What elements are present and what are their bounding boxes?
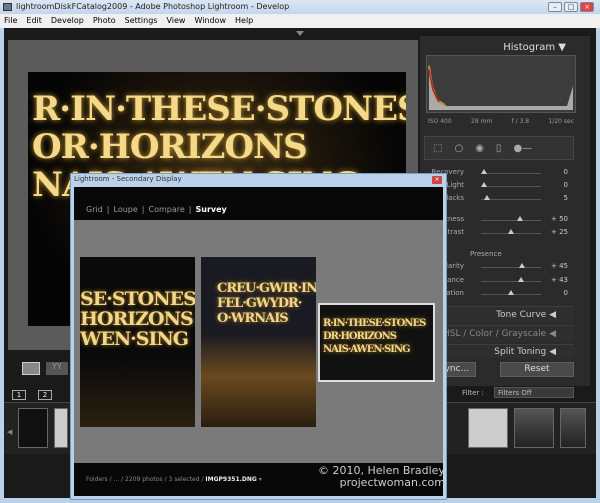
menu-bar: File Edit Develop Photo Settings View Wi… xyxy=(0,14,600,28)
menu-window[interactable]: Window xyxy=(194,14,226,28)
histogram-graph xyxy=(428,64,573,110)
photo-text: WEN·SING xyxy=(80,328,189,350)
slider-knob[interactable] xyxy=(518,263,525,268)
photo-text: R·IN·THESE·STONES xyxy=(323,318,426,329)
top-panel-toggle-icon[interactable] xyxy=(296,31,304,36)
nav-loupe[interactable]: Loupe xyxy=(114,205,138,214)
secondary-header xyxy=(74,187,443,220)
aperture: f / 3.8 xyxy=(511,118,530,125)
slider-value: + 43 xyxy=(551,276,568,284)
red-eye-icon[interactable]: ◉ xyxy=(475,143,484,154)
slider-knob[interactable] xyxy=(484,195,490,200)
photo-text: DR·HORIZONS xyxy=(323,331,397,342)
window-title: lightroomDiskFCatalog2009 - Adobe Photos… xyxy=(0,0,600,14)
separator: | xyxy=(188,205,192,214)
slider-knob[interactable] xyxy=(508,229,514,234)
photo-text: FEL·GWYDR· xyxy=(217,296,302,311)
menu-file[interactable]: File xyxy=(4,14,17,28)
separator: | xyxy=(106,205,110,214)
photo-text: O·WRNAIS xyxy=(217,311,289,326)
histogram-title: Histogram xyxy=(503,42,556,53)
minimize-button[interactable]: – xyxy=(548,2,562,12)
adjustment-brush-icon[interactable]: ●— xyxy=(513,143,532,154)
filmstrip-thumbnail[interactable] xyxy=(560,408,586,448)
hsl-label: HSL / Color / Grayscale xyxy=(442,329,547,339)
histogram xyxy=(426,55,576,113)
filmstrip-thumbnail[interactable] xyxy=(18,408,48,448)
slider-value: + 25 xyxy=(551,228,568,236)
slider-track[interactable] xyxy=(481,220,541,221)
slider-track[interactable] xyxy=(481,199,541,200)
filter-dropdown[interactable]: Filters Off xyxy=(494,387,574,398)
filter-label: Filter : xyxy=(462,389,484,397)
slider-value: 0 xyxy=(563,289,568,297)
selected-filename: IMGP9351.DNG xyxy=(205,476,257,483)
slider-value: 0 xyxy=(563,168,568,176)
menu-edit[interactable]: Edit xyxy=(26,14,42,28)
photo-text: HORIZONS xyxy=(80,308,194,330)
photo-text: NAIS·AWEN·SING xyxy=(323,344,411,355)
nav-grid[interactable]: Grid xyxy=(86,205,103,214)
filmstrip-left-arrow-icon[interactable]: ◀ xyxy=(7,428,12,436)
shutter-speed: 1/20 sec xyxy=(548,118,574,125)
slider-track[interactable] xyxy=(481,267,541,268)
focal-length: 28 mm xyxy=(471,118,493,125)
photo-text: R·IN·THESE·STONES xyxy=(32,89,406,129)
secondary-close-button[interactable]: × xyxy=(432,176,442,184)
close-button[interactable]: × xyxy=(580,2,594,12)
slider-value: + 50 xyxy=(551,215,568,223)
slider-knob[interactable] xyxy=(517,216,523,221)
menu-settings[interactable]: Settings xyxy=(125,14,158,28)
slider-track[interactable] xyxy=(481,281,541,282)
iso: ISO 400 xyxy=(428,118,452,125)
maximize-button[interactable]: □ xyxy=(564,2,578,12)
tone-curve-label: Tone Curve xyxy=(496,310,547,320)
nav-survey[interactable]: Survey xyxy=(195,205,226,214)
menu-photo[interactable]: Photo xyxy=(93,14,116,28)
survey-photo-1[interactable]: SE·STONES HORIZONS WEN·SING xyxy=(80,257,195,427)
photo-text: OR·HORIZONS xyxy=(32,127,308,167)
breadcrumb-path: Folders / ... / 2209 photos / 3 selected… xyxy=(86,476,206,483)
app-icon xyxy=(3,3,12,11)
nav-compare[interactable]: Compare xyxy=(148,205,184,214)
histogram-header[interactable]: Histogram ▼ xyxy=(420,42,590,53)
slider-track[interactable] xyxy=(481,186,541,187)
photo-text: SE·STONES xyxy=(80,288,195,310)
spot-removal-icon[interactable]: ○ xyxy=(454,143,463,154)
menu-develop[interactable]: Develop xyxy=(51,14,84,28)
slider-knob[interactable] xyxy=(518,277,525,282)
secondary-window-title: Lightroom - Secondary Display xyxy=(74,175,182,183)
crop-tool-icon[interactable]: ⬚ xyxy=(433,143,442,154)
breadcrumb[interactable]: Folders / ... / 2209 photos / 3 selected… xyxy=(86,476,262,483)
slider-knob[interactable] xyxy=(481,182,487,187)
slider-value: 0 xyxy=(563,181,568,189)
slider-value: + 45 xyxy=(551,262,568,270)
menu-help[interactable]: Help xyxy=(235,14,253,28)
screen-2-button[interactable]: 2 xyxy=(38,390,52,400)
copyright-watermark: © 2010, Helen Bradley projectwoman.com xyxy=(318,465,445,489)
tool-strip: ⬚ ○ ◉ ▯ ●— xyxy=(424,136,574,160)
presence-label: Presence xyxy=(470,250,502,258)
separator: | xyxy=(141,205,145,214)
slider-knob[interactable] xyxy=(481,169,487,174)
view-before-after-button[interactable]: YY xyxy=(46,362,68,375)
graduated-filter-icon[interactable]: ▯ xyxy=(496,143,502,154)
menu-view[interactable]: View xyxy=(166,14,185,28)
filmstrip-thumbnail[interactable] xyxy=(54,408,68,448)
filmstrip-thumbnail[interactable] xyxy=(468,408,508,448)
survey-photo-3-selected[interactable]: R·IN·THESE·STONES DR·HORIZONS NAIS·AWEN·… xyxy=(318,303,435,382)
histogram-metadata: ISO 400 28 mm f / 3.8 1/20 sec xyxy=(428,118,574,125)
reset-button[interactable]: Reset xyxy=(500,362,574,377)
filmstrip-thumbnail[interactable] xyxy=(514,408,554,448)
slider-value: 5 xyxy=(563,194,568,202)
secondary-view-nav: Grid | Loupe | Compare | Survey xyxy=(86,205,227,214)
split-toning-label: Split Toning xyxy=(494,347,547,357)
slider-knob[interactable] xyxy=(508,290,514,295)
screen-1-button[interactable]: 1 xyxy=(12,390,26,400)
copyright-url: projectwoman.com xyxy=(339,476,445,489)
slider-track[interactable] xyxy=(481,173,541,174)
view-loupe-button[interactable] xyxy=(22,362,40,375)
photo-text: CREU·GWIR·INT xyxy=(217,281,316,296)
survey-photo-2[interactable]: CREU·GWIR·INT FEL·GWYDR· O·WRNAIS xyxy=(201,257,316,427)
